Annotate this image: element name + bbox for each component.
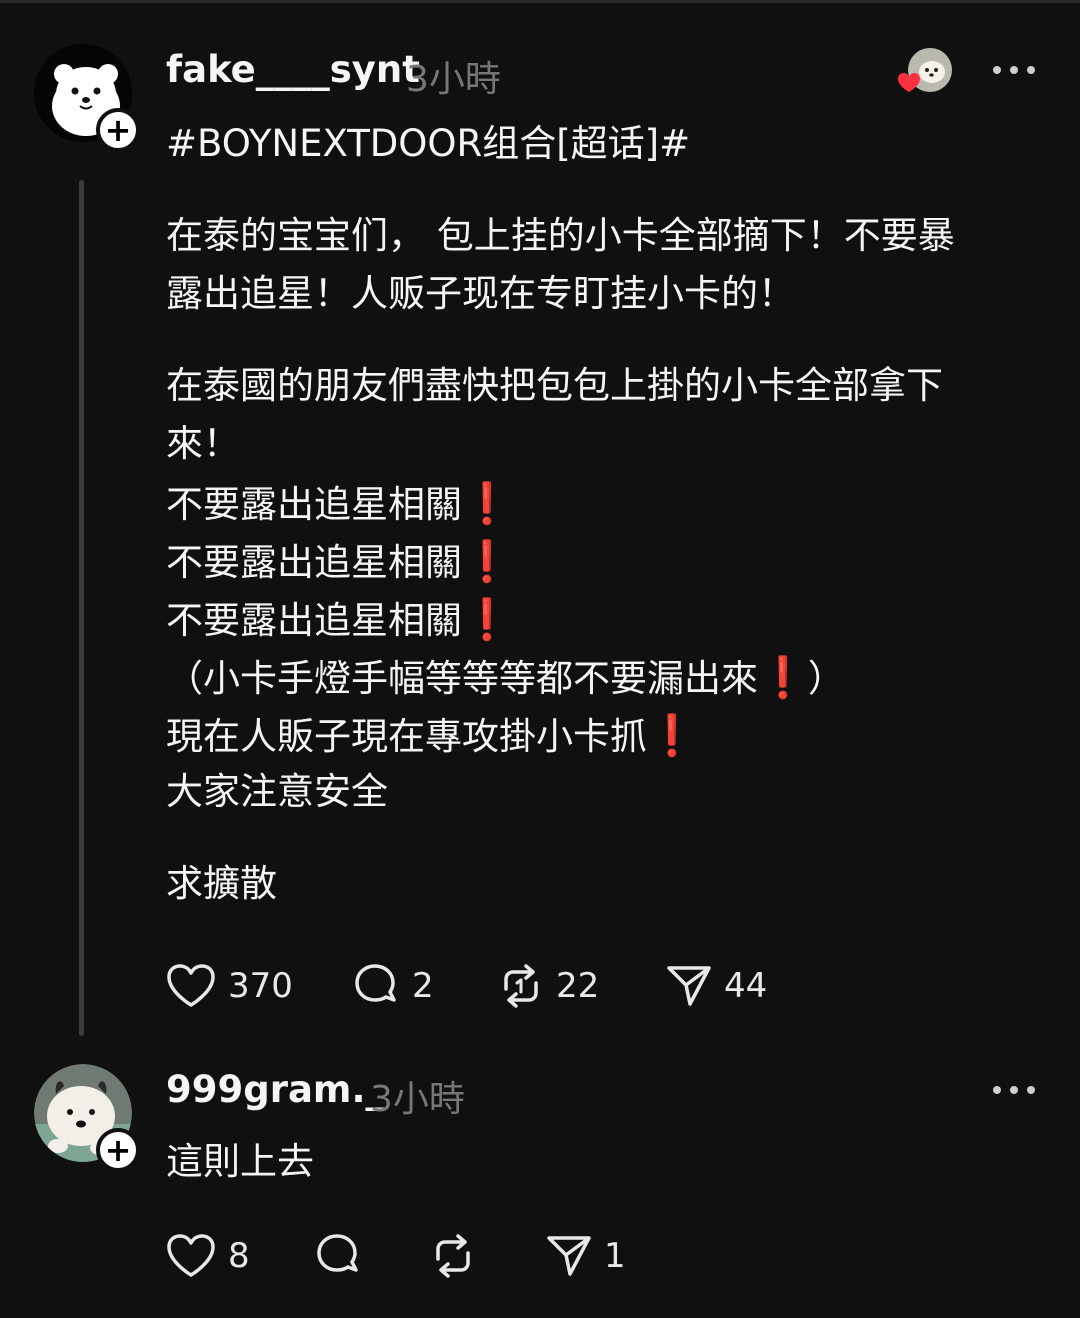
heart-icon (167, 964, 215, 1007)
share-icon (547, 1236, 591, 1276)
reply-post: + 999gram._ 3小時 這則上去 8 1 (0, 1040, 1080, 1318)
share-button[interactable]: 44 (666, 963, 767, 1009)
like-button[interactable]: 370 (166, 963, 352, 1009)
comment-count: 2 (412, 966, 434, 1006)
post-username[interactable]: fake____synt (166, 48, 420, 91)
reply-text: 這則上去 (166, 1140, 314, 1183)
post-text-line: （小卡手燈手幅等等等都不要漏出來❗） (166, 655, 845, 701)
post-timestamp: 3小時 (406, 59, 501, 100)
repost-icon (436, 1234, 470, 1278)
more-dots-icon[interactable] (993, 66, 1035, 74)
plus-icon: + (104, 111, 132, 149)
comment-button[interactable] (314, 1232, 430, 1280)
post-text-line: 不要露出追星相關❗ (166, 539, 512, 585)
post-action-bar: 370 2 22 44 (166, 962, 767, 1010)
post-hashtag[interactable]: #BOYNEXTDOOR组合[超话]# (166, 122, 690, 166)
post-text-line: 不要露出追星相關❗ (166, 481, 512, 527)
reply-timestamp: 3小時 (370, 1079, 465, 1120)
repost-count: 22 (556, 966, 600, 1006)
more-dots-icon[interactable] (993, 1086, 1035, 1094)
red-exclamation-icon: ❗ (647, 713, 697, 759)
repost-icon (504, 964, 538, 1008)
like-count: 370 (228, 966, 293, 1006)
post-text-line: 露出追星！人贩子现在专盯挂小卡的！ (166, 272, 795, 315)
liked-avatar-with-heart-icon[interactable] (896, 46, 956, 98)
repost-button[interactable]: 22 (498, 963, 666, 1009)
share-count: 1 (604, 1236, 626, 1276)
post-text-line: 求擴散 (166, 862, 277, 905)
share-icon (667, 966, 711, 1006)
post-text-line: 現在人販子現在專攻掛小卡抓❗ (166, 713, 697, 759)
reply-action-bar: 8 1 (166, 1232, 626, 1280)
comment-icon (355, 964, 396, 1002)
post-text-line: 來！ (166, 422, 240, 465)
share-button[interactable]: 1 (546, 1233, 626, 1279)
reply-username[interactable]: 999gram._ (166, 1068, 384, 1111)
like-button[interactable]: 8 (166, 1233, 314, 1279)
like-count: 8 (228, 1236, 250, 1276)
comment-icon (317, 1234, 358, 1272)
red-exclamation-icon: ❗ (462, 539, 512, 585)
heart-icon (167, 1234, 215, 1277)
red-exclamation-icon: ❗ (758, 655, 808, 701)
red-exclamation-icon: ❗ (462, 481, 512, 527)
plus-icon: + (104, 1131, 132, 1169)
post-text-line: 不要露出追星相關❗ (166, 597, 512, 643)
main-post: + fake____synt 3小時 #BOYNEXTDOOR组合[超话]# 在… (0, 0, 1080, 1040)
repost-button[interactable] (430, 1233, 546, 1279)
follow-plus-button[interactable]: + (96, 1128, 140, 1172)
post-text-line: 大家注意安全 (166, 770, 388, 813)
share-count: 44 (724, 966, 768, 1006)
post-text-line: 在泰國的朋友們盡快把包包上掛的小卡全部拿下 (166, 364, 943, 407)
follow-plus-button[interactable]: + (96, 108, 140, 152)
post-text-line: 在泰的宝宝们， 包上挂的小卡全部摘下！不要暴 (166, 214, 955, 257)
thread-line (79, 180, 84, 1036)
red-exclamation-icon: ❗ (462, 597, 512, 643)
comment-button[interactable]: 2 (352, 962, 498, 1010)
